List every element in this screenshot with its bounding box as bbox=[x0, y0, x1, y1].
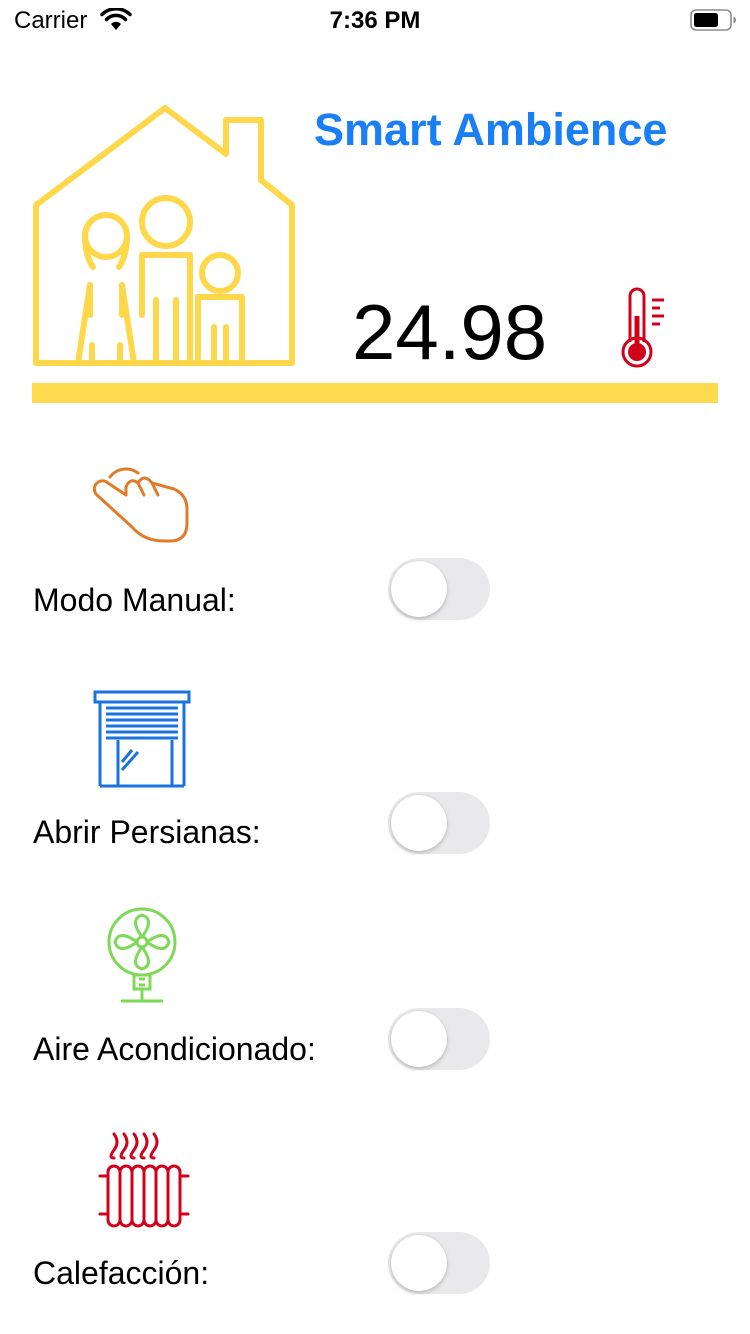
open-blinds-switch[interactable] bbox=[388, 792, 490, 854]
switch-knob bbox=[391, 1235, 447, 1291]
heating-switch[interactable] bbox=[388, 1232, 490, 1294]
radiator-icon bbox=[98, 1132, 190, 1228]
air-conditioning-switch[interactable] bbox=[388, 1008, 490, 1070]
switch-knob bbox=[391, 1011, 447, 1067]
clock: 7:36 PM bbox=[329, 7, 421, 34]
manual-mode-switch[interactable] bbox=[388, 558, 490, 620]
switch-knob bbox=[391, 561, 447, 617]
temperature-value: 24.98 bbox=[352, 288, 548, 376]
fan-icon bbox=[107, 907, 177, 1003]
thermometer-icon bbox=[621, 287, 664, 368]
battery-icon bbox=[690, 9, 736, 31]
air-conditioning-label: Aire Acondicionado: bbox=[33, 1031, 316, 1067]
hand-pointer-icon bbox=[92, 467, 189, 543]
manual-mode-label: Modo Manual: bbox=[33, 582, 236, 618]
status-bar: Carrier 7:36 PM bbox=[0, 0, 750, 40]
open-blinds-label: Abrir Persianas: bbox=[33, 814, 261, 850]
window-blinds-icon bbox=[93, 690, 191, 788]
family-house-icon bbox=[33, 105, 295, 366]
switch-knob bbox=[391, 795, 447, 851]
heating-label: Calefacción: bbox=[33, 1255, 210, 1291]
header-divider bbox=[32, 383, 718, 403]
app-title: Smart Ambience bbox=[314, 104, 668, 155]
